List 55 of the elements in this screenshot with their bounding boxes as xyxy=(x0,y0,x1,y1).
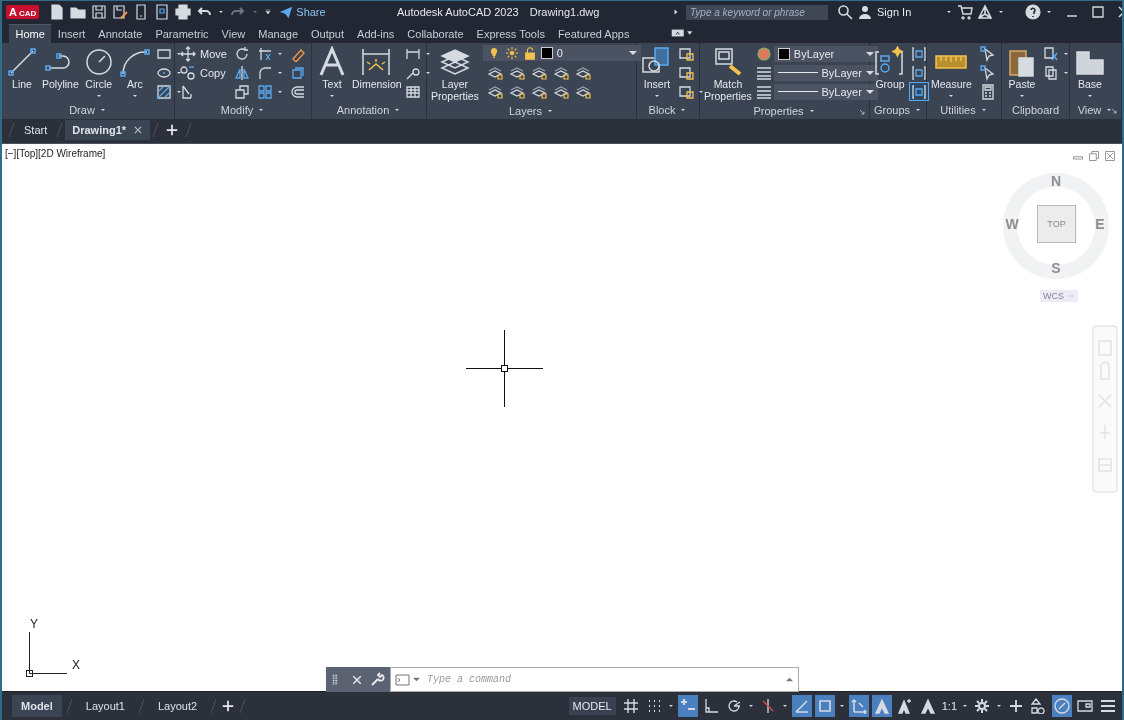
ribbon-tool-button[interactable]: Polyline xyxy=(42,45,79,91)
panel-title[interactable]: Properties xyxy=(753,104,804,117)
ribbon-tool-button[interactable]: Move xyxy=(179,45,228,62)
panel-title[interactable]: Utilities xyxy=(940,104,976,117)
layer-dropdown[interactable]: 0 xyxy=(482,45,641,61)
ribbon-tab[interactable]: Express Tools xyxy=(470,24,552,43)
color-dropdown[interactable]: ByLayer xyxy=(773,45,878,62)
window-title: Autodesk AutoCAD 2023 xyxy=(397,6,519,18)
ribbon-tool-button[interactable]: Layer Properties xyxy=(431,45,479,102)
axis-label: Y xyxy=(30,617,38,631)
file-tab[interactable]: Start xyxy=(17,120,55,140)
ribbon-tab[interactable]: Manage xyxy=(251,24,305,43)
panel-title[interactable]: Annotation xyxy=(336,104,390,117)
layout-tab[interactable]: Model xyxy=(12,695,62,717)
panel-title[interactable]: Draw xyxy=(69,104,95,117)
panel-title[interactable]: Layers xyxy=(509,104,542,117)
ribbon-tool-button[interactable]: Dimension xyxy=(352,45,400,91)
viewport-label[interactable]: [−][Top][2D Wireframe] xyxy=(5,148,106,159)
ribbon-tool-button[interactable]: Line xyxy=(6,45,38,91)
ribbon-tool-button[interactable]: Text xyxy=(316,45,348,100)
ribbon-tool-button[interactable]: Copy xyxy=(179,64,227,81)
ribbon-tab[interactable]: View xyxy=(215,24,252,43)
ribbon-tool-button[interactable]: Base xyxy=(1074,45,1106,100)
model-space-button[interactable]: MODEL xyxy=(568,697,616,715)
share-button[interactable]: Share xyxy=(279,5,326,19)
ribbon-tab[interactable]: Output xyxy=(304,24,351,43)
layout-tab[interactable]: Layout2 xyxy=(148,695,207,717)
ribbon-tab[interactable]: Home xyxy=(9,24,52,43)
ribbon-tab[interactable]: Collaborate xyxy=(400,24,471,43)
ribbon-tab[interactable]: Featured Apps xyxy=(551,24,636,43)
ribbon-tab[interactable]: Insert xyxy=(51,24,92,43)
ribbon-tool-button[interactable]: Match Properties xyxy=(704,45,752,102)
ribbon-tab[interactable]: Parametric xyxy=(148,24,216,43)
panel-title[interactable]: View xyxy=(1077,104,1102,117)
ribbon-tool-button[interactable]: Arc xyxy=(118,45,151,100)
line-dropdown[interactable]: ByLayer xyxy=(773,64,878,81)
ribbon-tab[interactable]: Add-ins xyxy=(350,24,401,43)
axis-label: X xyxy=(72,658,80,672)
panel-title[interactable]: Clipboard xyxy=(1011,104,1060,117)
panel-title[interactable]: Groups xyxy=(873,104,911,117)
app-logo[interactable]: A CAD xyxy=(6,5,40,19)
panel-title[interactable]: Modify xyxy=(220,104,254,117)
ribbon-tool-button[interactable]: Insert xyxy=(641,45,673,100)
ribbon-tool-button[interactable]: Paste xyxy=(1006,45,1038,100)
sign-in-link[interactable]: Sign In xyxy=(877,6,912,18)
ribbon-tool-button[interactable]: Measure xyxy=(931,45,972,100)
command-input-field[interactable]: Type a command xyxy=(420,667,781,692)
ribbon-tab[interactable]: Annotate xyxy=(91,24,149,43)
file-tab[interactable]: Drawing1* xyxy=(65,120,151,140)
search-field[interactable]: Type a keyword or phrase xyxy=(686,4,828,20)
ribbon-tool-button[interactable]: Circle xyxy=(82,45,115,100)
layout-tab[interactable]: Layout1 xyxy=(76,695,134,717)
file-name: Drawing1.dwg xyxy=(529,6,600,18)
annotation-scale-button[interactable]: 1:1 xyxy=(940,700,958,712)
panel-title[interactable]: Block xyxy=(648,104,676,117)
